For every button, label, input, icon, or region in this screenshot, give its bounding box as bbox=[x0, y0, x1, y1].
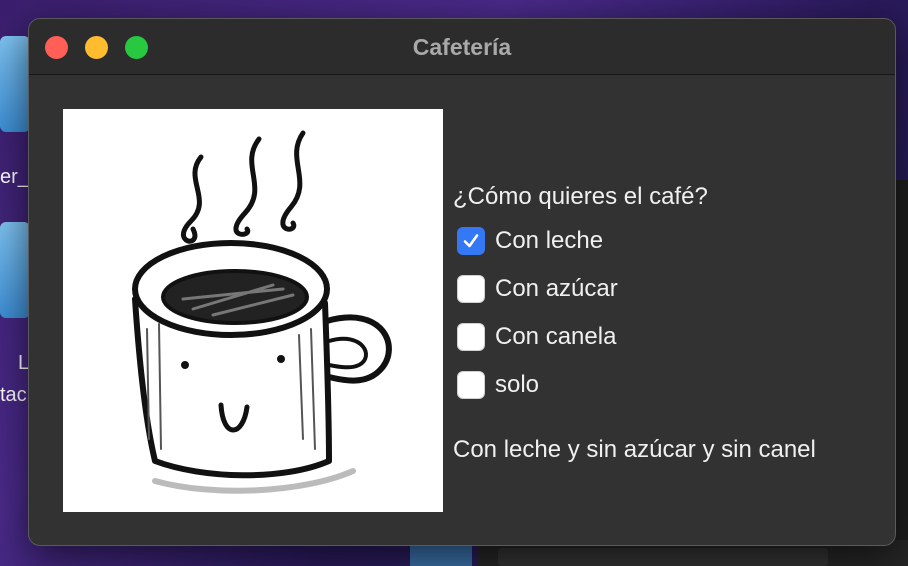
option-solo[interactable]: solo bbox=[457, 371, 539, 399]
option-con-canela[interactable]: Con canela bbox=[457, 323, 616, 351]
coffee-mug-icon bbox=[132, 130, 392, 494]
option-con-leche[interactable]: Con leche bbox=[457, 227, 603, 255]
cafeteria-window: Cafetería ¿Cómo quieres el café? Con lec… bbox=[28, 18, 896, 546]
coffee-image bbox=[63, 109, 443, 512]
question-label: ¿Cómo quieres el café? bbox=[453, 183, 708, 210]
option-label: solo bbox=[495, 371, 540, 398]
option-con-azucar[interactable]: Con azúcar bbox=[457, 275, 618, 303]
background-control bbox=[498, 548, 828, 566]
desktop-folder-icon[interactable] bbox=[0, 222, 30, 318]
checkmark-icon bbox=[463, 234, 479, 248]
title-bar[interactable]: Cafetería bbox=[29, 19, 895, 75]
window-title: Cafetería bbox=[412, 34, 512, 60]
option-label: Con canela bbox=[495, 323, 617, 350]
result-label: Con leche y sin azúcar y sin canel bbox=[453, 436, 816, 463]
option-label: Con leche bbox=[495, 227, 604, 254]
desktop-label: er_ bbox=[0, 166, 29, 188]
desktop-folder-icon[interactable] bbox=[0, 36, 30, 132]
checkbox-con-leche[interactable] bbox=[457, 227, 485, 255]
checkbox-con-canela[interactable] bbox=[457, 323, 485, 351]
option-label: Con azúcar bbox=[495, 275, 618, 302]
checkbox-con-azucar[interactable] bbox=[457, 275, 485, 303]
checkbox-solo[interactable] bbox=[457, 371, 485, 399]
desktop-label: tac bbox=[0, 384, 27, 406]
